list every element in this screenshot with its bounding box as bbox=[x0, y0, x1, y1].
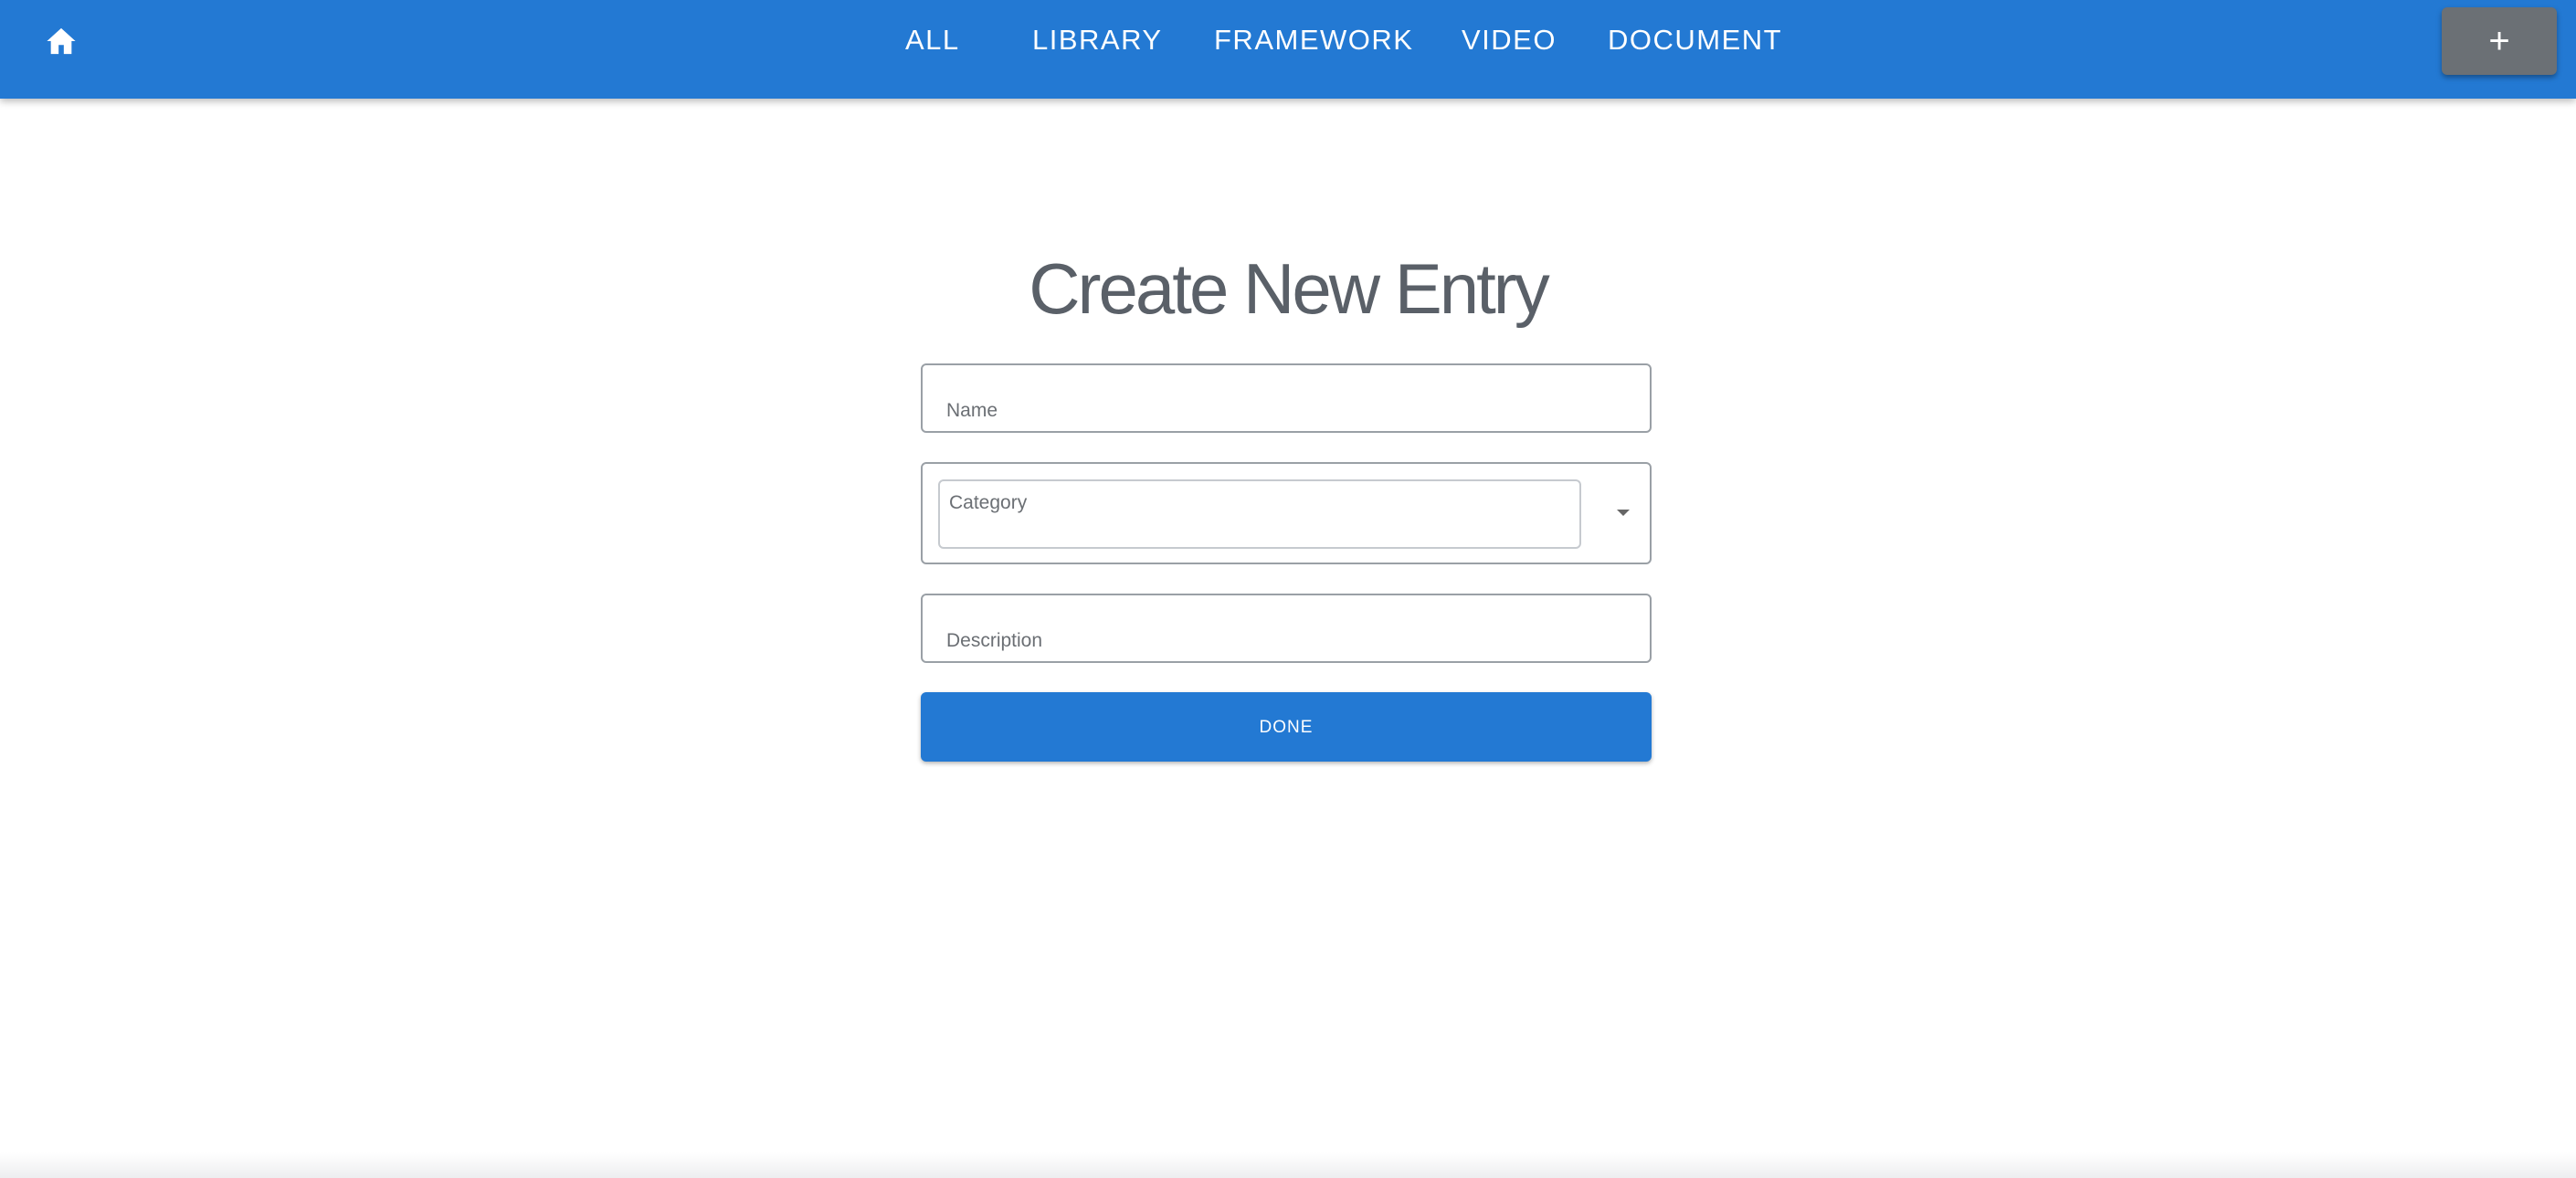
bottom-edge-shadow bbox=[0, 1152, 2576, 1178]
description-field bbox=[921, 594, 1652, 663]
tab-library[interactable]: LIBRARY bbox=[1032, 22, 1163, 58]
description-input[interactable] bbox=[923, 595, 1650, 661]
tab-framework[interactable]: FRAMEWORK bbox=[1214, 22, 1413, 58]
tab-video[interactable]: VIDEO bbox=[1462, 22, 1557, 58]
top-navbar: ALL LIBRARY FRAMEWORK VIDEO DOCUMENT + bbox=[0, 0, 2576, 99]
name-input[interactable] bbox=[923, 365, 1650, 431]
done-button[interactable]: DONE bbox=[921, 692, 1652, 762]
chevron-down-icon[interactable] bbox=[1617, 510, 1630, 516]
category-input-box[interactable]: Category bbox=[938, 479, 1581, 549]
name-field bbox=[921, 363, 1652, 433]
page-title: Create New Entry bbox=[1029, 248, 1550, 329]
tab-document[interactable]: DOCUMENT bbox=[1608, 22, 1782, 58]
tab-all[interactable]: ALL bbox=[905, 22, 960, 58]
add-button[interactable]: + bbox=[2442, 7, 2557, 75]
category-label: Category bbox=[949, 492, 1028, 513]
category-select[interactable]: Category bbox=[921, 462, 1652, 564]
category-tabs: ALL LIBRARY FRAMEWORK VIDEO DOCUMENT bbox=[0, 0, 2576, 82]
